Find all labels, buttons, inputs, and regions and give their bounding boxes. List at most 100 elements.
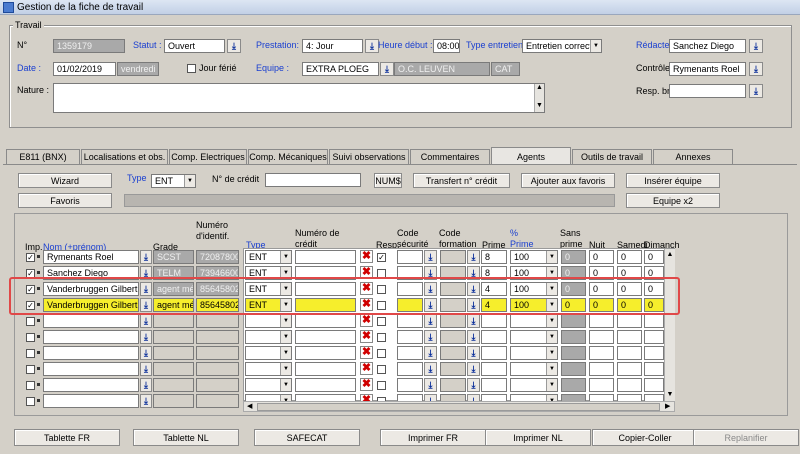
nuit-field[interactable]: 0 (589, 250, 614, 264)
tab-suivi-observations[interactable]: Suivi observations (329, 149, 409, 164)
code-securite-field[interactable] (397, 250, 423, 264)
type-entretien-select[interactable]: Entretien correctif ▼ (522, 39, 602, 53)
resp-checkbox[interactable]: ✓ (377, 253, 386, 262)
dimanche-field[interactable] (644, 378, 664, 392)
delete-x-icon[interactable]: ✖ (360, 362, 373, 375)
credit-field[interactable] (295, 314, 356, 328)
prime-field[interactable] (481, 378, 507, 392)
tablette-nl-button[interactable]: Tablette NL (133, 429, 239, 446)
pct-prime-select[interactable]: ▼ (510, 346, 558, 360)
code-securite-download-icon[interactable]: ⤓ (424, 330, 437, 344)
scroll-down-button[interactable]: ▼ (664, 388, 675, 400)
redacteur-field[interactable]: Sanchez Diego (669, 39, 746, 53)
nature-scrollbar[interactable]: ▲ ▼ (534, 84, 544, 112)
dimanche-field[interactable]: 0 (644, 250, 664, 264)
chevron-down-icon[interactable]: ▼ (546, 251, 557, 263)
code-formation-download-icon[interactable]: ⤓ (467, 314, 480, 328)
agent-name-field[interactable] (43, 346, 139, 360)
pct-prime-select[interactable]: ▼ (510, 378, 558, 392)
dimanche-field[interactable] (644, 330, 664, 344)
agent-name-download-icon[interactable]: ⤓ (140, 362, 152, 376)
credit-field[interactable] (295, 346, 356, 360)
scroll-right-icon[interactable]: ▶ (665, 403, 670, 410)
scroll-up-icon[interactable]: ▲ (665, 251, 675, 258)
type-select[interactable]: ▼ (245, 378, 292, 392)
equipe-field[interactable]: EXTRA PLOEG (302, 62, 379, 76)
dimanche-field[interactable] (644, 314, 664, 328)
code-formation-download-icon[interactable]: ⤓ (467, 346, 480, 360)
code-securite-download-icon[interactable]: ⤓ (424, 362, 437, 376)
pct-prime-select[interactable]: ▼ (510, 362, 558, 376)
code-securite-field[interactable] (397, 346, 423, 360)
credit-input[interactable] (265, 173, 361, 187)
ajouter-favoris-button[interactable]: Ajouter aux favoris (521, 173, 615, 188)
code-formation-download-icon[interactable]: ⤓ (467, 362, 480, 376)
code-securite-field[interactable] (397, 330, 423, 344)
code-securite-field[interactable] (397, 362, 423, 376)
imp-checkbox[interactable] (26, 349, 35, 358)
prime-field[interactable] (481, 362, 507, 376)
code-securite-download-icon[interactable]: ⤓ (424, 250, 437, 264)
prestation-download-icon[interactable]: ⤓ (365, 39, 379, 53)
delete-x-icon[interactable]: ✖ (360, 346, 373, 359)
copier-coller-button[interactable]: Copier-Coller (592, 429, 698, 446)
code-securite-download-icon[interactable]: ⤓ (424, 314, 437, 328)
equipe-download-icon[interactable]: ⤓ (380, 62, 394, 76)
agent-name-field[interactable] (43, 378, 139, 392)
chevron-down-icon[interactable]: ▼ (280, 251, 291, 263)
controleur-field[interactable]: Rymenants Roel (669, 62, 746, 76)
type-select[interactable]: ▼ (245, 330, 292, 344)
tab-annexes[interactable]: Annexes (653, 149, 733, 164)
prestation-field[interactable]: 4: Jour (302, 39, 363, 53)
type-select[interactable]: ENT ▼ (151, 174, 196, 188)
imp-checkbox[interactable]: ✓ (26, 253, 35, 262)
tab-comp-mecaniques[interactable]: Comp. Mécaniques (248, 149, 328, 164)
agent-name-field[interactable] (43, 362, 139, 376)
nuit-field[interactable] (589, 330, 614, 344)
pct-prime-select[interactable]: ▼ (510, 314, 558, 328)
nuit-field[interactable] (589, 362, 614, 376)
controleur-download-icon[interactable]: ⤓ (749, 62, 763, 76)
agent-name-field[interactable] (43, 314, 139, 328)
tab-outils[interactable]: Outils de travail (572, 149, 652, 164)
chevron-down-icon[interactable]: ▼ (546, 315, 557, 327)
delete-x-icon[interactable]: ✖ (360, 314, 373, 327)
statut-field[interactable]: Ouvert (164, 39, 225, 53)
tab-agents[interactable]: Agents (491, 147, 571, 165)
code-formation-download-icon[interactable]: ⤓ (467, 378, 480, 392)
credit-field[interactable] (295, 250, 356, 264)
samedi-field[interactable] (617, 330, 642, 344)
imp-checkbox[interactable] (26, 381, 35, 390)
imp-checkbox[interactable] (26, 365, 35, 374)
code-securite-field[interactable] (397, 314, 423, 328)
resp-checkbox[interactable] (377, 381, 386, 390)
resp-checkbox[interactable] (377, 365, 386, 374)
chevron-down-icon[interactable]: ▼ (546, 379, 557, 391)
nums-button[interactable]: NUM$ (374, 173, 402, 188)
pct-prime-select[interactable]: ▼ (510, 330, 558, 344)
scroll-up-icon[interactable]: ▲ (535, 84, 544, 91)
type-select[interactable]: ▼ (245, 362, 292, 376)
imprimer-nl-button[interactable]: Imprimer NL (485, 429, 591, 446)
code-securite-download-icon[interactable]: ⤓ (424, 346, 437, 360)
credit-field[interactable] (295, 362, 356, 376)
nuit-field[interactable] (589, 314, 614, 328)
agent-name-field[interactable] (43, 330, 139, 344)
samedi-field[interactable]: 0 (617, 250, 642, 264)
scroll-down-icon[interactable]: ▼ (535, 102, 544, 109)
samedi-field[interactable] (617, 378, 642, 392)
chevron-down-icon[interactable]: ▼ (280, 315, 291, 327)
date-field[interactable]: 01/02/2019 (53, 62, 116, 76)
prime-field[interactable] (481, 330, 507, 344)
samedi-field[interactable] (617, 314, 642, 328)
resp-checkbox[interactable] (377, 317, 386, 326)
agent-name-download-icon[interactable]: ⤓ (140, 314, 152, 328)
agent-name-download-icon[interactable]: ⤓ (140, 346, 152, 360)
inserer-equipe-button[interactable]: Insérer équipe (626, 173, 720, 188)
table-scrollbar-vertical[interactable]: ▲ (664, 249, 675, 401)
samedi-field[interactable] (617, 362, 642, 376)
table-scrollbar-horizontal[interactable]: ◀ ▶ (243, 401, 675, 412)
resp-briefing-download-icon[interactable]: ⤓ (749, 84, 763, 98)
pct-prime-select[interactable]: 100 ▼ (510, 250, 558, 264)
type-select[interactable]: ▼ (245, 346, 292, 360)
